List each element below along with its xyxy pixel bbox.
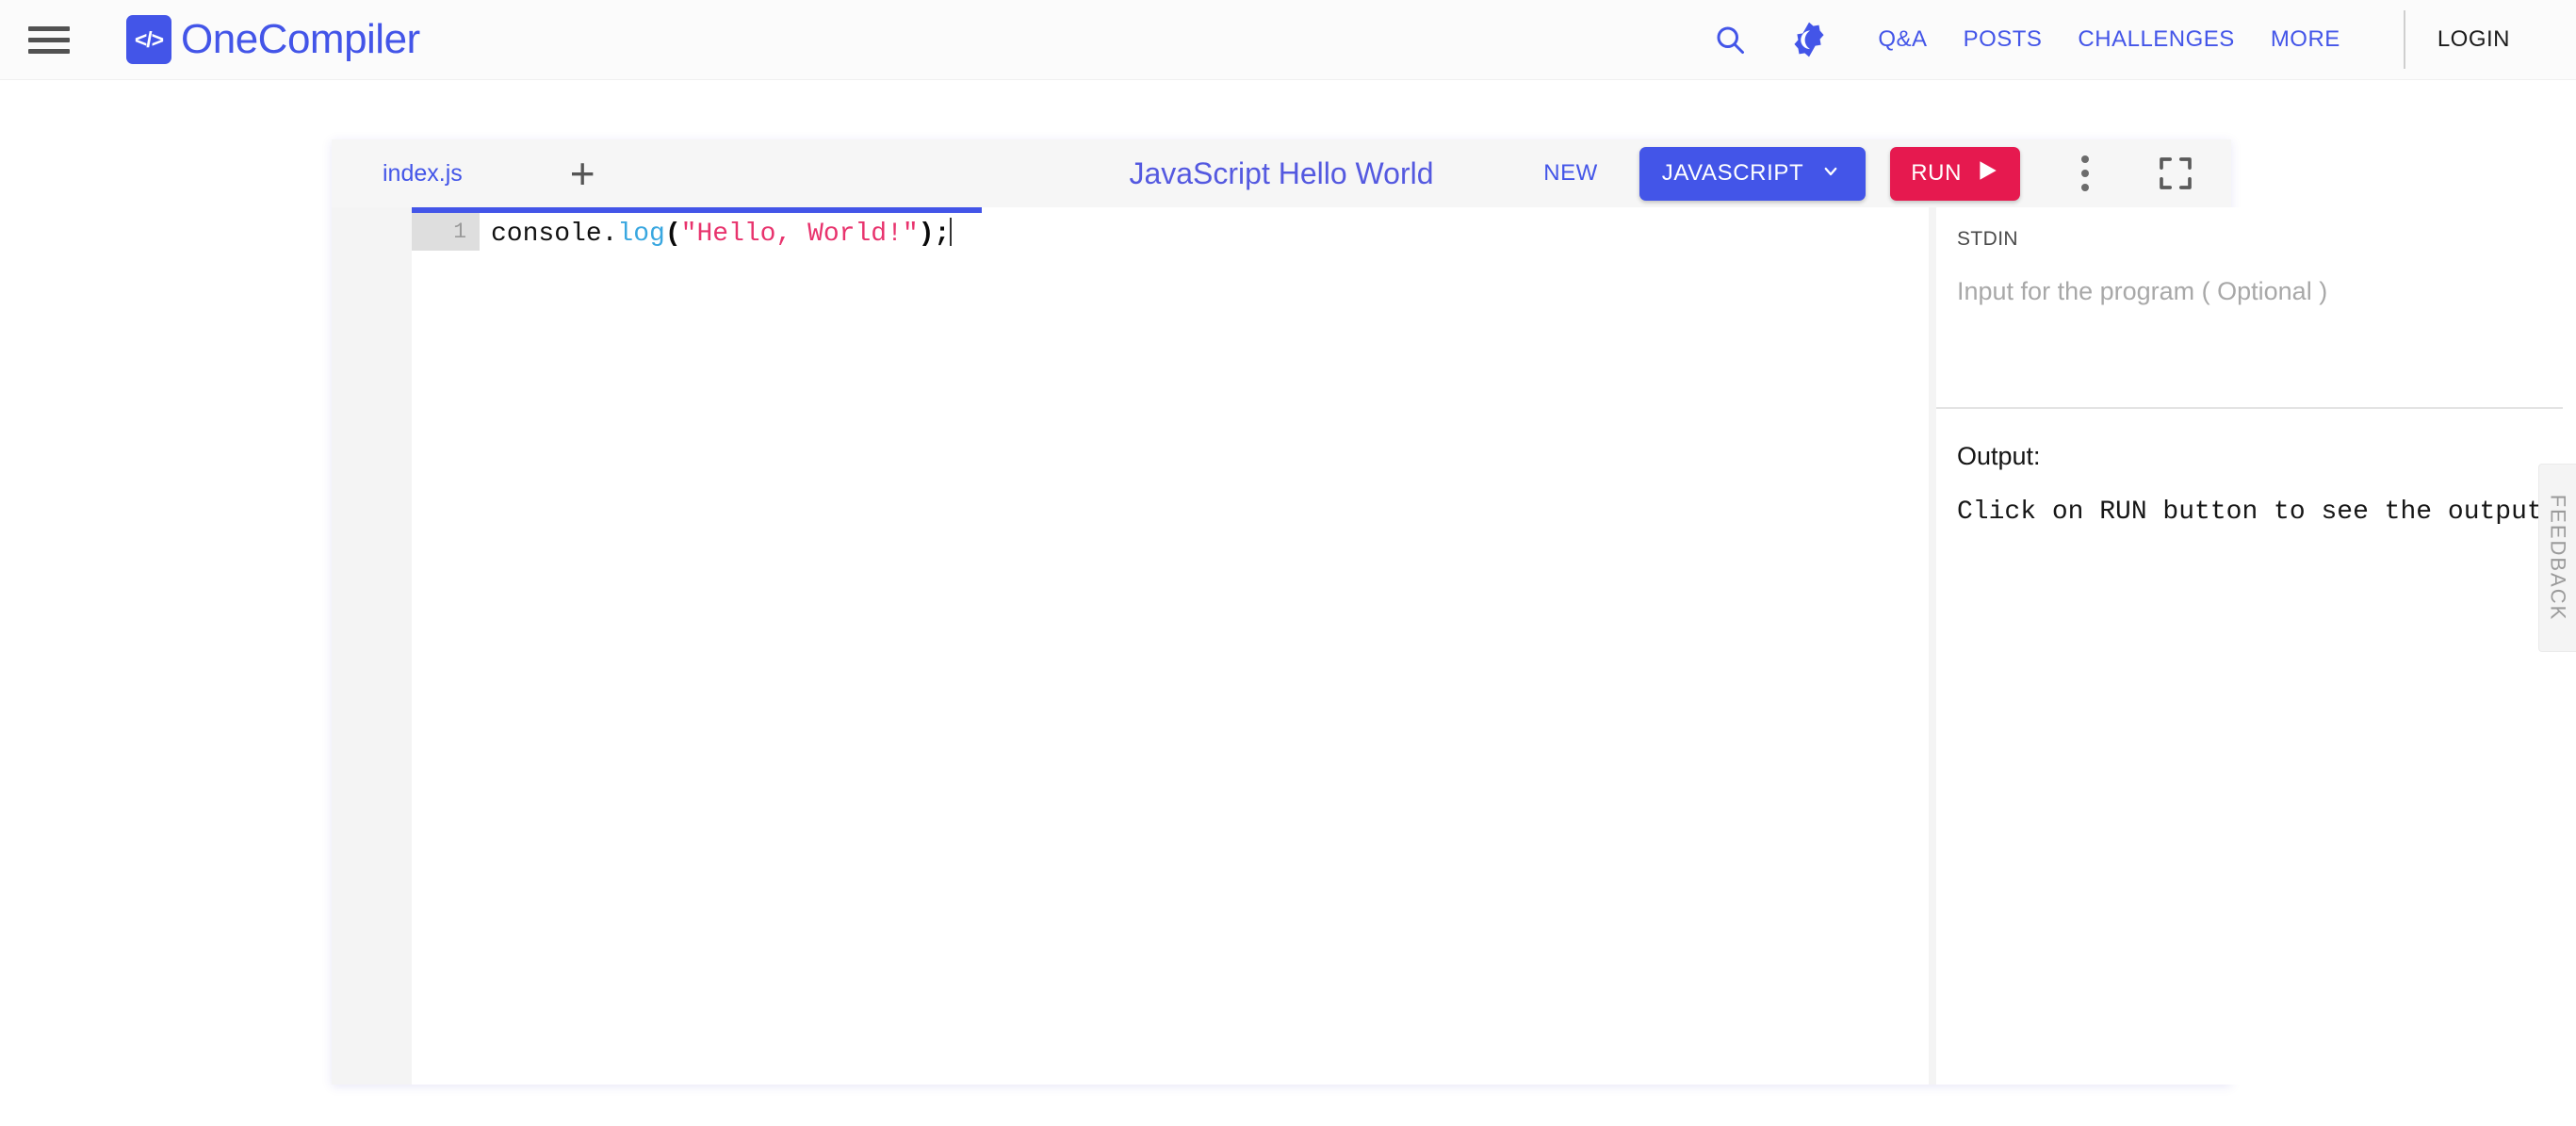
navbar-right-group: Q&A POSTS CHALLENGES MORE LOGIN bbox=[1702, 0, 2576, 79]
run-button-label: RUN bbox=[1911, 160, 1962, 187]
file-tab-index-js[interactable]: index.js bbox=[377, 160, 468, 188]
code-line-1: console.log("Hello, World!"); bbox=[480, 218, 1929, 252]
fullscreen-icon[interactable] bbox=[2154, 152, 2197, 195]
brand-logo-link[interactable]: </> OneCompiler bbox=[126, 15, 420, 64]
nav-link-posts[interactable]: POSTS bbox=[1946, 26, 2061, 53]
run-button[interactable]: RUN bbox=[1890, 147, 2020, 201]
nav-link-more[interactable]: MORE bbox=[2253, 26, 2358, 53]
brightness-toggle-icon[interactable] bbox=[1781, 11, 1837, 68]
dot bbox=[2081, 184, 2089, 191]
output-label: Output: bbox=[1957, 442, 2542, 471]
chevron-down-icon bbox=[1818, 160, 1843, 187]
output-panel: STDIN Output: Click on RUN button to see… bbox=[1936, 207, 2231, 1085]
language-selector-button[interactable]: JAVASCRIPT bbox=[1639, 147, 1866, 201]
feedback-tab-label: FEEDBACK bbox=[2546, 495, 2570, 622]
code-token-function: log bbox=[617, 220, 664, 249]
ide-toolbar-actions: NEW JAVASCRIPT RUN bbox=[1543, 147, 2231, 201]
stdin-input[interactable] bbox=[1957, 277, 2538, 306]
stdin-label: STDIN bbox=[1957, 228, 2538, 251]
text-caret bbox=[950, 218, 952, 246]
nav-link-qa[interactable]: Q&A bbox=[1860, 26, 1945, 53]
code-brackets-icon: </> bbox=[126, 15, 171, 64]
code-token-object: console. bbox=[491, 220, 617, 249]
play-icon bbox=[1975, 158, 1999, 189]
code-content[interactable]: console.log("Hello, World!"); bbox=[480, 213, 1929, 1085]
code-token-string: "Hello, World!" bbox=[681, 220, 919, 249]
login-button[interactable]: LOGIN bbox=[2437, 26, 2510, 53]
output-text: Click on RUN button to see the output bbox=[1957, 496, 2542, 530]
code-token-close: ); bbox=[919, 220, 951, 249]
feedback-tab[interactable]: FEEDBACK bbox=[2538, 464, 2576, 652]
dot bbox=[2081, 155, 2089, 163]
dot bbox=[2081, 170, 2089, 177]
search-icon[interactable] bbox=[1702, 11, 1758, 68]
ide-toolbar: index.js + JavaScript Hello World NEW JA… bbox=[332, 139, 2231, 207]
stdin-section: STDIN bbox=[1936, 207, 2563, 409]
vertical-dots-icon[interactable] bbox=[2063, 147, 2107, 200]
output-panel-inner: STDIN Output: Click on RUN button to see… bbox=[1936, 207, 2563, 1085]
hamburger-menu-icon[interactable] bbox=[28, 23, 70, 57]
hamburger-bar bbox=[28, 26, 70, 31]
code-token-open-paren: ( bbox=[665, 220, 681, 249]
brand-name: OneCompiler bbox=[181, 19, 420, 60]
hamburger-bar bbox=[28, 38, 70, 42]
line-number: 1 bbox=[412, 213, 480, 251]
ide-container: index.js + JavaScript Hello World NEW JA… bbox=[332, 139, 2231, 1085]
navbar-divider bbox=[2404, 10, 2405, 69]
nav-link-challenges[interactable]: CHALLENGES bbox=[2060, 26, 2252, 53]
language-selector-label: JAVASCRIPT bbox=[1662, 160, 1803, 187]
line-number-gutter: 1 bbox=[412, 213, 480, 1085]
new-project-button[interactable]: NEW bbox=[1543, 160, 1598, 187]
add-file-button[interactable]: + bbox=[570, 156, 595, 191]
top-navbar: </> OneCompiler Q&A POSTS CHALLENGES MOR… bbox=[0, 0, 2576, 80]
ide-body: 1 console.log("Hello, World!"); STDIN Ou… bbox=[332, 207, 2231, 1085]
code-editor-pane[interactable]: 1 console.log("Hello, World!"); bbox=[412, 207, 1929, 1085]
hamburger-bar bbox=[28, 49, 70, 54]
output-section: Output: Click on RUN button to see the o… bbox=[1936, 409, 2563, 530]
